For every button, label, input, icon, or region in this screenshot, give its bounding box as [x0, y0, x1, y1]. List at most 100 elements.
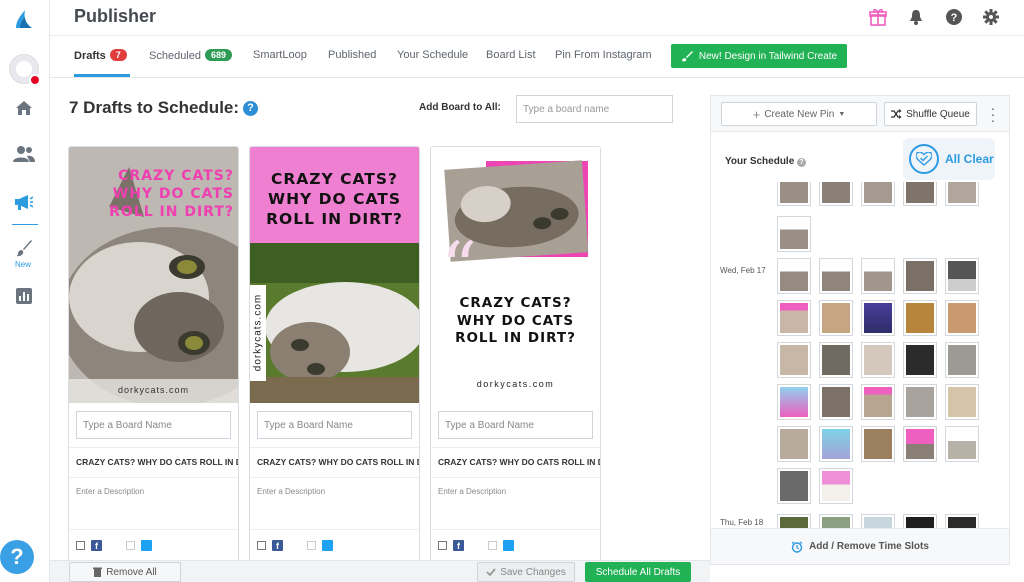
scheduled-pin-thumb[interactable] [903, 514, 937, 528]
scheduled-pin-thumb[interactable] [861, 182, 895, 206]
users-icon[interactable] [12, 142, 36, 166]
analytics-icon[interactable] [12, 284, 36, 308]
description-field[interactable]: Enter a Description [257, 487, 325, 496]
schedule-day-label: Wed, Feb 17 [720, 266, 766, 275]
pin-image[interactable]: CRAZY CATS? WHY DO CATS ROLL IN DIRT? do… [69, 147, 238, 403]
scheduled-pin-thumb[interactable] [777, 468, 811, 504]
help-circle-icon[interactable]: ? [944, 7, 964, 27]
board-name-input[interactable] [257, 411, 412, 439]
remove-all-button[interactable]: Remove All [69, 562, 181, 582]
brush-icon[interactable] [12, 236, 36, 260]
heart-check-icon [909, 144, 939, 174]
scheduled-pin-thumb[interactable] [945, 300, 979, 336]
shuffle-queue-button[interactable]: Shuffle Queue [884, 102, 977, 126]
scheduled-pin-thumb[interactable] [777, 258, 811, 294]
scheduled-pin-thumb[interactable] [945, 384, 979, 420]
tab-your-schedule[interactable]: Your Schedule [397, 49, 468, 61]
tab-board-list[interactable]: Board List [486, 49, 536, 61]
scheduled-pin-thumb[interactable] [903, 342, 937, 378]
gear-icon[interactable] [981, 7, 1001, 27]
help-question-icon[interactable]: ? [243, 100, 259, 116]
megaphone-icon[interactable] [12, 190, 36, 214]
help-button[interactable]: ? [0, 540, 34, 574]
scheduled-pin-thumb[interactable] [945, 514, 979, 528]
create-new-pin-button[interactable]: + Create New Pin ▼ [721, 102, 877, 126]
save-changes-button[interactable]: Save Changes [477, 562, 575, 582]
twitter-checkbox[interactable] [126, 541, 135, 550]
drafts-heading: 7 Drafts to Schedule:? [69, 98, 259, 118]
new-design-button[interactable]: New! Design in Tailwind Create [671, 44, 847, 68]
scheduled-pin-thumb[interactable] [819, 342, 853, 378]
scheduled-pin-thumb[interactable] [777, 426, 811, 462]
pin-title-field[interactable]: CRAZY CATS? WHY DO CATS ROLL IN DIRT? [257, 457, 419, 467]
scheduled-pin-thumb[interactable] [777, 342, 811, 378]
description-field[interactable]: Enter a Description [438, 487, 506, 496]
twitter-checkbox[interactable] [488, 541, 497, 550]
pin-image-headline: CRAZY CATS? WHY DO CATS ROLL IN DIRT? [455, 295, 576, 347]
scheduled-pin-thumb[interactable] [903, 384, 937, 420]
add-board-to-all-input[interactable] [516, 95, 673, 123]
trash-icon [93, 567, 103, 577]
tailwind-logo-icon[interactable] [12, 8, 36, 32]
scheduled-pin-thumb[interactable] [903, 182, 937, 206]
board-name-input[interactable] [438, 411, 593, 439]
home-icon[interactable] [12, 96, 36, 120]
scheduled-pin-thumb[interactable] [777, 216, 811, 252]
scheduled-pin-thumb[interactable] [903, 258, 937, 294]
scheduled-pin-thumb[interactable] [861, 258, 895, 294]
pin-image[interactable]: “ CRAZY CATS? WHY DO CATS ROLL IN DIRT? … [431, 147, 600, 403]
add-remove-time-slots-button[interactable]: Add / Remove Time Slots [711, 528, 1009, 564]
add-board-label: Add Board to All: [419, 102, 501, 113]
scheduled-pin-thumb[interactable] [819, 514, 853, 528]
more-options-icon[interactable]: · · · [989, 101, 997, 127]
scheduled-pin-thumb[interactable] [777, 300, 811, 336]
scheduled-pin-thumb[interactable] [861, 342, 895, 378]
shuffle-queue-label: Shuffle Queue [906, 108, 970, 120]
facebook-checkbox[interactable] [438, 541, 447, 550]
scheduled-pin-thumb[interactable] [819, 182, 853, 206]
account-avatar[interactable] [9, 54, 41, 86]
tab-smartloop[interactable]: SmartLoop [253, 49, 307, 61]
pin-title-field[interactable]: CRAZY CATS? WHY DO CATS ROLL IN DIRT? [76, 457, 238, 467]
scheduled-pin-thumb[interactable] [861, 514, 895, 528]
scheduled-pin-thumb[interactable] [945, 426, 979, 462]
scheduled-pin-thumb[interactable] [861, 300, 895, 336]
facebook-checkbox[interactable] [76, 541, 85, 550]
tab-scheduled[interactable]: Scheduled 689 [149, 49, 233, 62]
bell-icon[interactable] [906, 7, 926, 27]
social-share-options: f [438, 540, 514, 551]
caret-down-icon: ▼ [838, 110, 846, 118]
schedule-all-drafts-button[interactable]: Schedule All Drafts [585, 562, 691, 582]
scheduled-pin-thumb[interactable] [819, 384, 853, 420]
tab-drafts[interactable]: Drafts 7 [74, 49, 127, 62]
scheduled-pin-thumb[interactable] [777, 384, 811, 420]
twitter-checkbox[interactable] [307, 541, 316, 550]
pin-image[interactable]: CRAZY CATS? WHY DO CATS ROLL IN DIRT? do… [250, 147, 419, 403]
tab-pin-from-instagram[interactable]: Pin From Instagram [555, 49, 652, 61]
scheduled-pin-thumb[interactable] [903, 300, 937, 336]
facebook-checkbox[interactable] [257, 541, 266, 550]
scheduled-pin-thumb[interactable] [777, 182, 811, 206]
scheduled-pin-thumb[interactable] [945, 182, 979, 206]
pin-title-field[interactable]: CRAZY CATS? WHY DO CATS ROLL IN DIRT? [438, 457, 600, 467]
info-icon[interactable]: ? [797, 158, 807, 167]
divider [431, 447, 600, 448]
tab-published[interactable]: Published [328, 49, 376, 61]
description-field[interactable]: Enter a Description [76, 487, 144, 496]
divider [69, 447, 238, 448]
scheduled-pin-thumb[interactable] [945, 258, 979, 294]
board-name-input[interactable] [76, 411, 231, 439]
scheduled-pin-thumb[interactable] [945, 342, 979, 378]
page-header: Publisher ? [50, 0, 1024, 36]
scheduled-pin-thumb[interactable] [861, 384, 895, 420]
scheduled-pin-thumb[interactable] [903, 426, 937, 462]
scheduled-pin-thumb[interactable] [819, 426, 853, 462]
scheduled-pin-thumb[interactable] [819, 468, 853, 504]
scheduled-pin-thumb[interactable] [777, 514, 811, 528]
gift-icon[interactable] [868, 7, 888, 27]
scheduled-pin-thumb[interactable] [861, 426, 895, 462]
drafts-count-badge: 7 [109, 49, 127, 61]
scheduled-pin-thumb[interactable] [819, 258, 853, 294]
save-changes-label: Save Changes [500, 566, 566, 578]
scheduled-pin-thumb[interactable] [819, 300, 853, 336]
